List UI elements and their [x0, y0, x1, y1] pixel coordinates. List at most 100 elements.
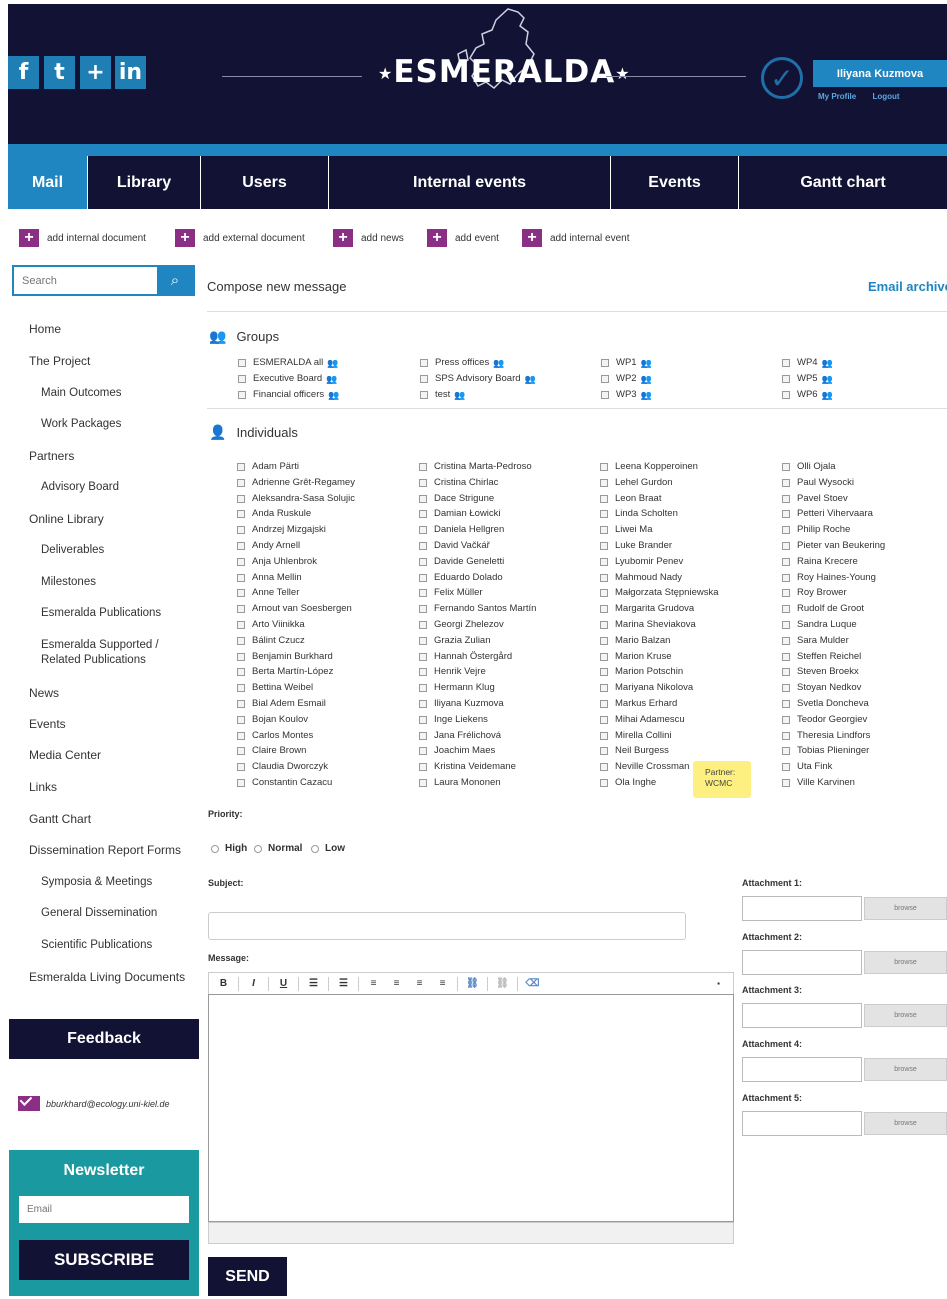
individual-checkbox[interactable]: Cristina Marta-Pedroso	[419, 461, 532, 473]
checkbox-box[interactable]	[600, 605, 608, 614]
italic-icon[interactable]: I	[245, 976, 262, 992]
individual-checkbox[interactable]: Neville Crossman	[600, 761, 689, 773]
individual-checkbox[interactable]: Marion Kruse	[600, 651, 672, 663]
checkbox-box[interactable]	[238, 375, 246, 383]
checkbox-box[interactable]	[419, 589, 427, 598]
individual-checkbox[interactable]: Anne Teller	[237, 587, 299, 599]
individual-checkbox[interactable]: Fernando Santos Martín	[419, 603, 536, 615]
checkbox-box[interactable]	[600, 700, 608, 708]
checkbox-box[interactable]	[419, 763, 427, 772]
group-checkbox[interactable]: ESMERALDA all 👥	[238, 357, 338, 369]
sidebar-item-milestones[interactable]: Milestones	[41, 575, 191, 590]
add-news-button[interactable]: + add news	[333, 229, 404, 247]
individual-checkbox[interactable]: Cristina Chirlac	[419, 477, 498, 489]
checkbox-box[interactable]	[419, 684, 427, 693]
checkbox-box[interactable]	[419, 668, 427, 677]
checkbox-box[interactable]	[600, 668, 608, 677]
group-checkbox[interactable]: WP6 👥	[782, 389, 833, 401]
sidebar-item-online-library[interactable]: Online Library	[29, 512, 194, 527]
checkbox-box[interactable]	[782, 359, 790, 367]
individual-checkbox[interactable]: Aleksandra-Sasa Solujic	[237, 493, 355, 505]
attachment-input[interactable]	[742, 1057, 862, 1082]
checkbox-box[interactable]	[600, 526, 608, 535]
sidebar-item-news[interactable]: News	[29, 686, 194, 701]
group-checkbox[interactable]: SPS Advisory Board 👥	[420, 373, 536, 385]
group-checkbox[interactable]: WP3 👥	[601, 389, 652, 401]
checkbox-box[interactable]	[600, 573, 608, 582]
sidebar-item-partners[interactable]: Partners	[29, 449, 194, 464]
checkbox-box[interactable]	[237, 542, 245, 550]
tab-users[interactable]: Users	[201, 156, 329, 209]
group-checkbox[interactable]: test 👥	[420, 389, 466, 401]
individual-checkbox[interactable]: Leena Kopperoinen	[600, 461, 698, 473]
checkbox-box[interactable]	[237, 763, 245, 772]
attachment-input[interactable]	[742, 896, 862, 921]
group-checkbox[interactable]: Executive Board 👥	[238, 373, 337, 385]
checkbox-box[interactable]	[600, 589, 608, 598]
contact-email[interactable]: bburkhard@ecology.uni-kiel.de	[18, 1096, 170, 1111]
checkbox-box[interactable]	[237, 478, 245, 487]
individual-checkbox[interactable]: Svetla Doncheva	[782, 698, 869, 710]
tab-internal-events[interactable]: Internal events	[329, 156, 611, 209]
user-name-badge[interactable]: Iliyana Kuzmova	[813, 60, 947, 87]
individual-checkbox[interactable]: Claudia Dworczyk	[237, 761, 328, 773]
checkbox-box[interactable]	[237, 494, 245, 503]
individual-checkbox[interactable]: Mario Balzan	[600, 635, 670, 647]
align-center-icon[interactable]: ≡	[388, 976, 405, 992]
individual-checkbox[interactable]: Liwei Ma	[600, 524, 653, 536]
checkbox-box[interactable]	[600, 621, 608, 629]
individual-checkbox[interactable]: Mihai Adamescu	[600, 714, 685, 726]
individual-checkbox[interactable]: Uta Fink	[782, 761, 832, 773]
checkbox-box[interactable]	[782, 526, 790, 535]
checkbox-box[interactable]	[782, 494, 790, 503]
individual-checkbox[interactable]: Georgi Zhelezov	[419, 619, 504, 631]
browse-button[interactable]: browse	[864, 1058, 947, 1081]
checkbox-box[interactable]	[782, 668, 790, 677]
checkbox-box[interactable]	[782, 621, 790, 629]
checkbox-box[interactable]	[419, 557, 427, 566]
individual-checkbox[interactable]: Adam Pärti	[237, 461, 299, 473]
individual-checkbox[interactable]: Mirella Collini	[600, 730, 672, 742]
individual-checkbox[interactable]: Anja Uhlenbrok	[237, 556, 317, 568]
checkbox-box[interactable]	[600, 747, 608, 756]
sidebar-item-scientific-publications[interactable]: Scientific Publications	[41, 938, 191, 953]
checkbox-box[interactable]	[601, 359, 609, 367]
checkbox-box[interactable]	[419, 573, 427, 582]
checkbox-box[interactable]	[782, 700, 790, 708]
individual-checkbox[interactable]: Joachim Maes	[419, 745, 495, 757]
toolbar-toggle-icon[interactable]: ▪	[710, 976, 727, 992]
individual-checkbox[interactable]: Adrienne Grêt-Regamey	[237, 477, 355, 489]
individual-checkbox[interactable]: Laura Mononen	[419, 777, 501, 789]
priority-normal-radio[interactable]: Normal	[254, 843, 302, 854]
individual-checkbox[interactable]: Petteri Vihervaara	[782, 508, 873, 520]
individual-checkbox[interactable]: Bojan Koulov	[237, 714, 308, 726]
checkbox-box[interactable]	[237, 715, 245, 724]
browse-button[interactable]: browse	[864, 897, 947, 920]
individual-checkbox[interactable]: Leon Braat	[600, 493, 661, 505]
individual-checkbox[interactable]: Mariyana Nikolova	[600, 682, 693, 694]
group-checkbox[interactable]: WP2 👥	[601, 373, 652, 385]
align-right-icon[interactable]: ≡	[411, 976, 428, 992]
checkbox-box[interactable]	[782, 684, 790, 693]
sidebar-item-events[interactable]: Events	[29, 717, 194, 732]
checkbox-box[interactable]	[419, 652, 427, 661]
checkbox-box[interactable]	[600, 463, 608, 471]
checkbox-box[interactable]	[237, 557, 245, 566]
unlink-icon[interactable]: ⛓	[494, 976, 511, 992]
individual-checkbox[interactable]: Neil Burgess	[600, 745, 669, 757]
checkbox-box[interactable]	[419, 747, 427, 756]
checkbox-box[interactable]	[237, 526, 245, 535]
individual-checkbox[interactable]: Daniela Hellgren	[419, 524, 504, 536]
checkbox-box[interactable]	[419, 605, 427, 614]
priority-high-radio[interactable]: High	[211, 843, 247, 854]
individual-checkbox[interactable]: Inge Liekens	[419, 714, 488, 726]
sidebar-item-home[interactable]: Home	[29, 322, 194, 337]
group-checkbox[interactable]: Press offices 👥	[420, 357, 504, 369]
add-external-document-button[interactable]: + add external document	[175, 229, 305, 247]
individual-checkbox[interactable]: Anna Mellin	[237, 572, 302, 584]
checkbox-box[interactable]	[600, 510, 608, 519]
individual-checkbox[interactable]: Teodor Georgiev	[782, 714, 867, 726]
individual-checkbox[interactable]: Roy Brower	[782, 587, 847, 599]
sidebar-item-links[interactable]: Links	[29, 780, 194, 795]
newsletter-email-input[interactable]	[19, 1196, 189, 1223]
